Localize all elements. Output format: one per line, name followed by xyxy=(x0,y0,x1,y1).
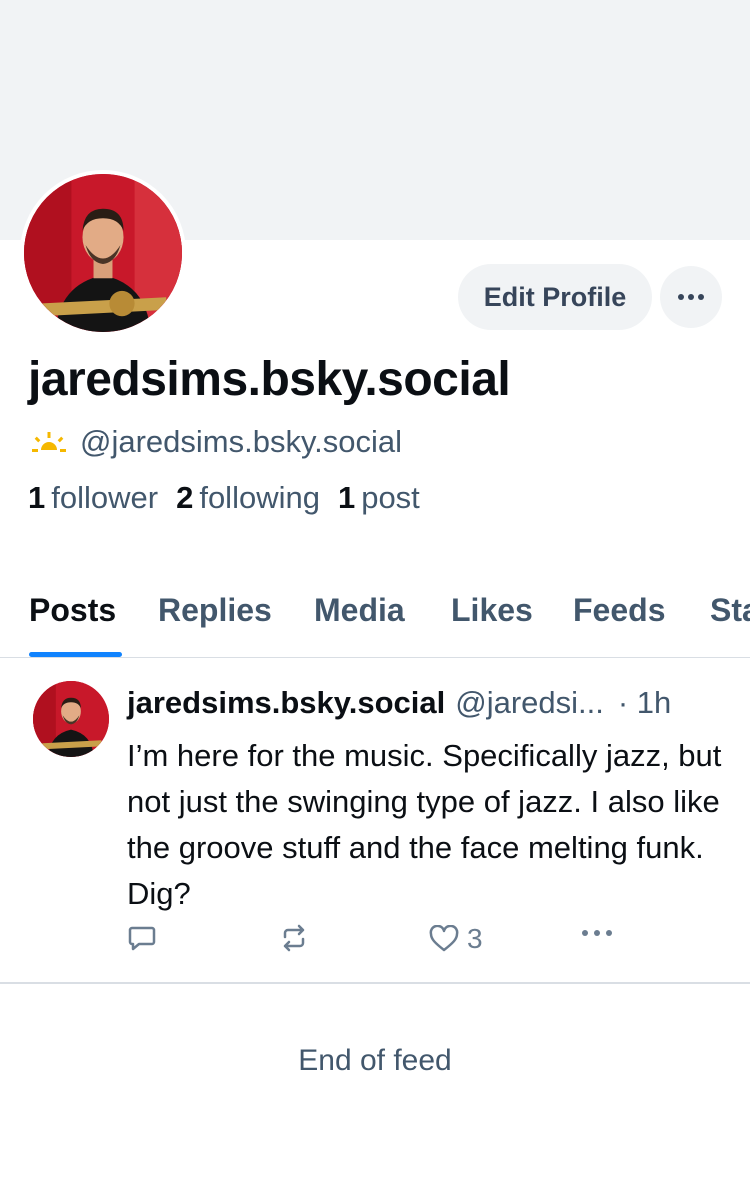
profile-handle: @jaredsims.bsky.social xyxy=(80,424,403,459)
post-author-avatar[interactable] xyxy=(33,681,109,757)
feed-post[interactable]: jaredsims.bsky.social @jaredsi... · 1h I… xyxy=(0,659,750,984)
like-button[interactable]: 3 xyxy=(429,923,483,955)
profile-avatar[interactable] xyxy=(20,170,186,336)
edit-profile-button[interactable]: Edit Profile xyxy=(458,264,652,330)
following-count: 2 xyxy=(176,480,194,515)
post-actions: 3 xyxy=(127,923,627,963)
post-text: I’m here for the music. Specifically jaz… xyxy=(127,738,722,911)
post-more-button[interactable] xyxy=(581,929,613,937)
posts-stat: 1 post xyxy=(338,480,420,516)
tab-replies[interactable]: Replies xyxy=(158,592,272,629)
profile-handle-row: @jaredsims.bsky.social xyxy=(30,424,402,460)
tab-starter-packs[interactable]: Starter Packs xyxy=(710,592,750,629)
posts-count: 1 xyxy=(337,480,356,515)
reply-button[interactable] xyxy=(127,923,157,953)
profile-stats: 1 follower 2 following 1 post xyxy=(28,480,420,516)
heart-icon xyxy=(429,925,459,952)
following-stat[interactable]: 2 following xyxy=(176,480,320,516)
followers-count: 1 xyxy=(28,480,46,515)
tab-feeds[interactable]: Feeds xyxy=(573,592,665,629)
more-dots-icon xyxy=(582,930,612,936)
post-author-name[interactable]: jaredsims.bsky.social xyxy=(127,685,445,721)
following-label: following xyxy=(199,480,320,515)
like-count: 3 xyxy=(467,923,483,954)
post-header: jaredsims.bsky.social @jaredsi... · 1h xyxy=(127,685,727,721)
reply-icon xyxy=(128,926,156,951)
repost-icon xyxy=(283,924,305,952)
posts-label: post xyxy=(361,480,420,515)
post-author-handle[interactable]: @jaredsi... xyxy=(455,685,604,721)
followers-label: follower xyxy=(51,480,159,515)
active-tab-indicator xyxy=(29,652,122,657)
tab-media[interactable]: Media xyxy=(314,592,405,629)
end-of-feed-label: End of feed xyxy=(298,1044,452,1077)
avatar-image xyxy=(33,681,109,757)
tab-likes[interactable]: Likes xyxy=(451,592,533,629)
tab-posts[interactable]: Posts xyxy=(29,592,116,629)
more-dots-icon xyxy=(678,294,704,300)
followers-stat[interactable]: 1 follower xyxy=(28,480,158,516)
profile-display-name: jaredsims.bsky.social xyxy=(28,353,511,406)
sun-icon xyxy=(32,432,66,452)
profile-more-button[interactable] xyxy=(660,266,722,328)
profile-tabs: Posts Replies Media Likes Feeds Starter … xyxy=(0,568,750,658)
post-timestamp[interactable]: · 1h xyxy=(618,685,671,721)
avatar-image xyxy=(24,174,182,332)
repost-button[interactable] xyxy=(279,923,309,953)
